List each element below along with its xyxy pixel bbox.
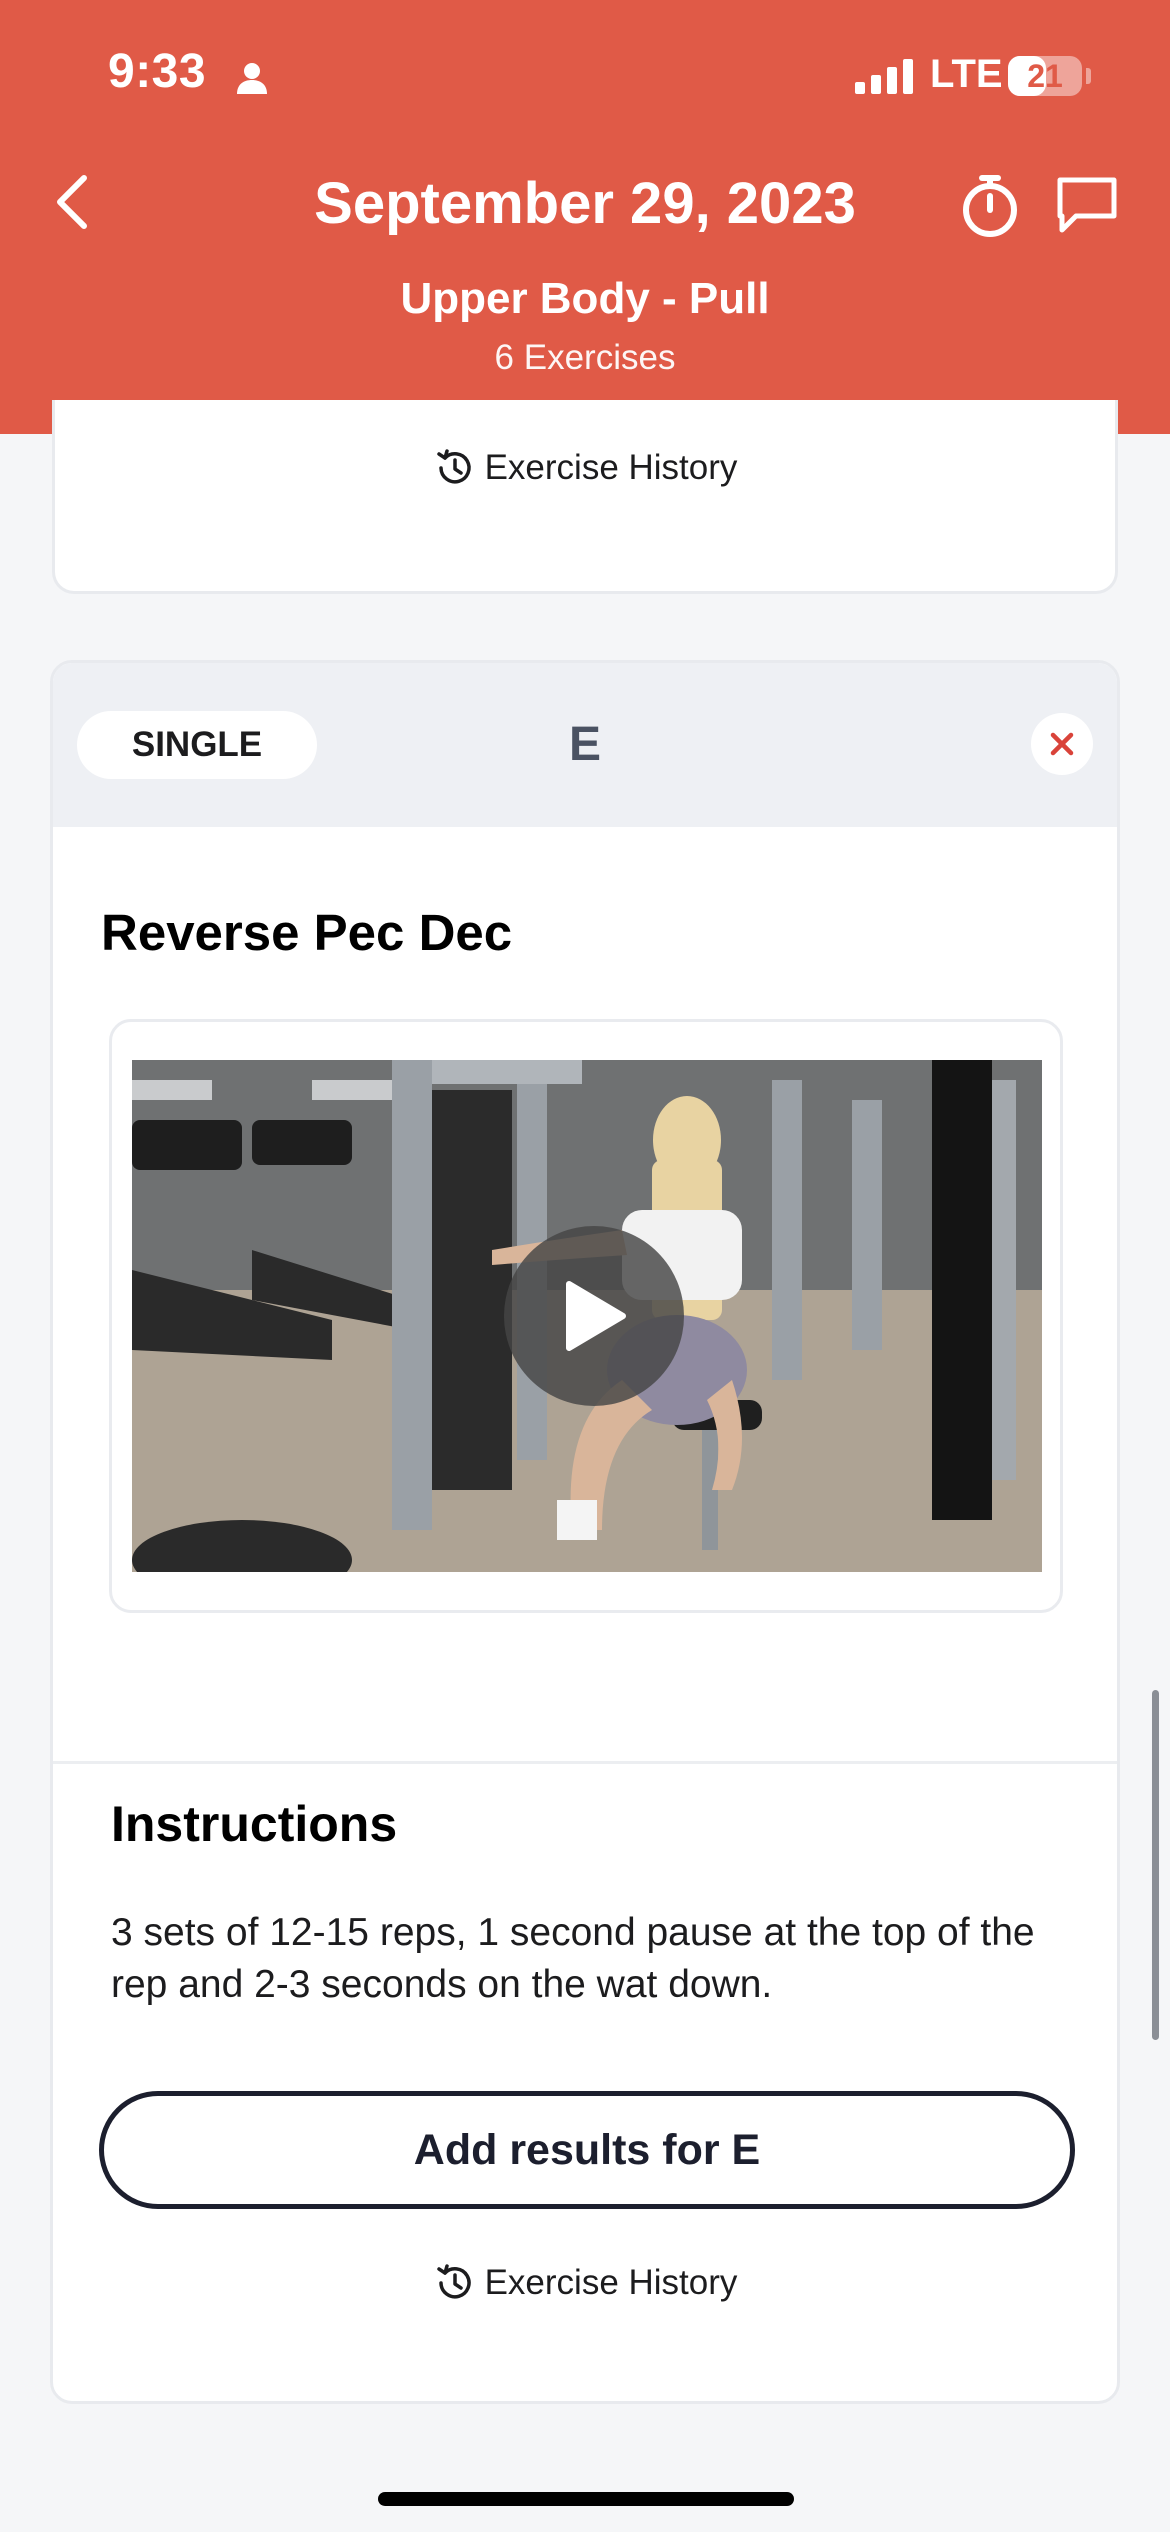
history-icon [436, 2264, 471, 2299]
play-button[interactable] [504, 1226, 684, 1406]
status-time: 9:33 [108, 45, 207, 98]
exercise-history-link[interactable]: Exercise History [53, 2261, 1117, 2305]
exercise-card-e: SINGLE E Reverse Pec Dec Instructions 3 … [50, 660, 1120, 2404]
person-icon [237, 63, 267, 94]
add-results-button[interactable]: Add results for E [99, 2091, 1075, 2209]
exercise-history-label: Exercise History [484, 448, 738, 487]
exercise-count: 6 Exercises [494, 338, 676, 377]
remove-exercise-button[interactable] [1031, 713, 1093, 775]
section-divider [53, 1761, 1117, 1764]
exercise-video-container [109, 1019, 1063, 1613]
exercise-history-label: Exercise History [484, 2263, 738, 2302]
workout-name: Upper Body - Pull [400, 274, 770, 323]
battery-cap [1086, 68, 1091, 84]
stopwatch-icon[interactable] [958, 172, 1022, 238]
battery-icon: 21 [1008, 56, 1082, 96]
history-icon [436, 449, 471, 484]
exercise-card-header: SINGLE E [53, 663, 1117, 827]
instructions-heading: Instructions [111, 1796, 398, 1852]
network-label: LTE [930, 52, 1003, 96]
exercise-history-link[interactable]: Exercise History [55, 446, 1115, 490]
battery-level: 21 [1027, 58, 1063, 94]
home-indicator[interactable] [378, 2492, 794, 2506]
signal-icon [855, 58, 913, 94]
exercise-letter: E [568, 718, 601, 771]
chat-icon[interactable] [1054, 174, 1120, 236]
close-icon [1050, 732, 1074, 756]
app-header: 9:33 LTE 21 September 29, 2023 Upper Bod… [0, 0, 1170, 434]
exercise-name: Reverse Pec Dec [101, 904, 513, 961]
previous-exercise-card: Exercise History [52, 400, 1118, 594]
play-icon [566, 1281, 626, 1351]
scrollbar[interactable] [1152, 1690, 1159, 2040]
instructions-text: 3 sets of 12-15 reps, 1 second pause at … [111, 1911, 1035, 2006]
exercise-video[interactable] [132, 1060, 1042, 1572]
